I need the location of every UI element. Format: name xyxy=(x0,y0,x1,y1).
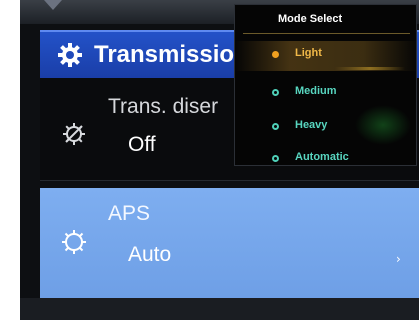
radio-selected-icon xyxy=(272,51,279,58)
radio-icon xyxy=(272,89,279,96)
setting-value: Off xyxy=(128,133,156,156)
gear-outline-icon xyxy=(62,230,86,254)
top-notch xyxy=(44,0,62,10)
mode-option-automatic[interactable]: Automatic xyxy=(235,145,416,165)
option-label: Light xyxy=(295,47,322,59)
radio-icon xyxy=(272,155,279,162)
gear-off-icon xyxy=(63,123,85,145)
radio-icon xyxy=(272,123,279,130)
option-label: Heavy xyxy=(295,119,328,131)
gear-icon xyxy=(58,43,82,67)
mode-select-popup: Mode Select Light Medium Heavy Automatic xyxy=(234,4,417,166)
setting-label: APS xyxy=(108,202,151,225)
mode-option-heavy[interactable]: Heavy xyxy=(235,113,416,143)
setting-value: Auto xyxy=(128,243,172,266)
mode-option-medium[interactable]: Medium xyxy=(235,79,416,109)
option-label: Medium xyxy=(295,85,337,97)
popup-divider xyxy=(243,33,410,34)
option-label: Automatic xyxy=(295,151,349,163)
setting-row-aps[interactable]: APS Auto › xyxy=(40,188,419,298)
setting-label: Trans. diser xyxy=(108,95,219,118)
bottom-bezel xyxy=(20,298,419,320)
popup-title: Mode Select xyxy=(278,13,343,25)
mode-option-light[interactable]: Light xyxy=(235,41,416,71)
chevron-right-icon: › xyxy=(396,252,401,266)
page-title: Transmission xyxy=(94,41,249,68)
